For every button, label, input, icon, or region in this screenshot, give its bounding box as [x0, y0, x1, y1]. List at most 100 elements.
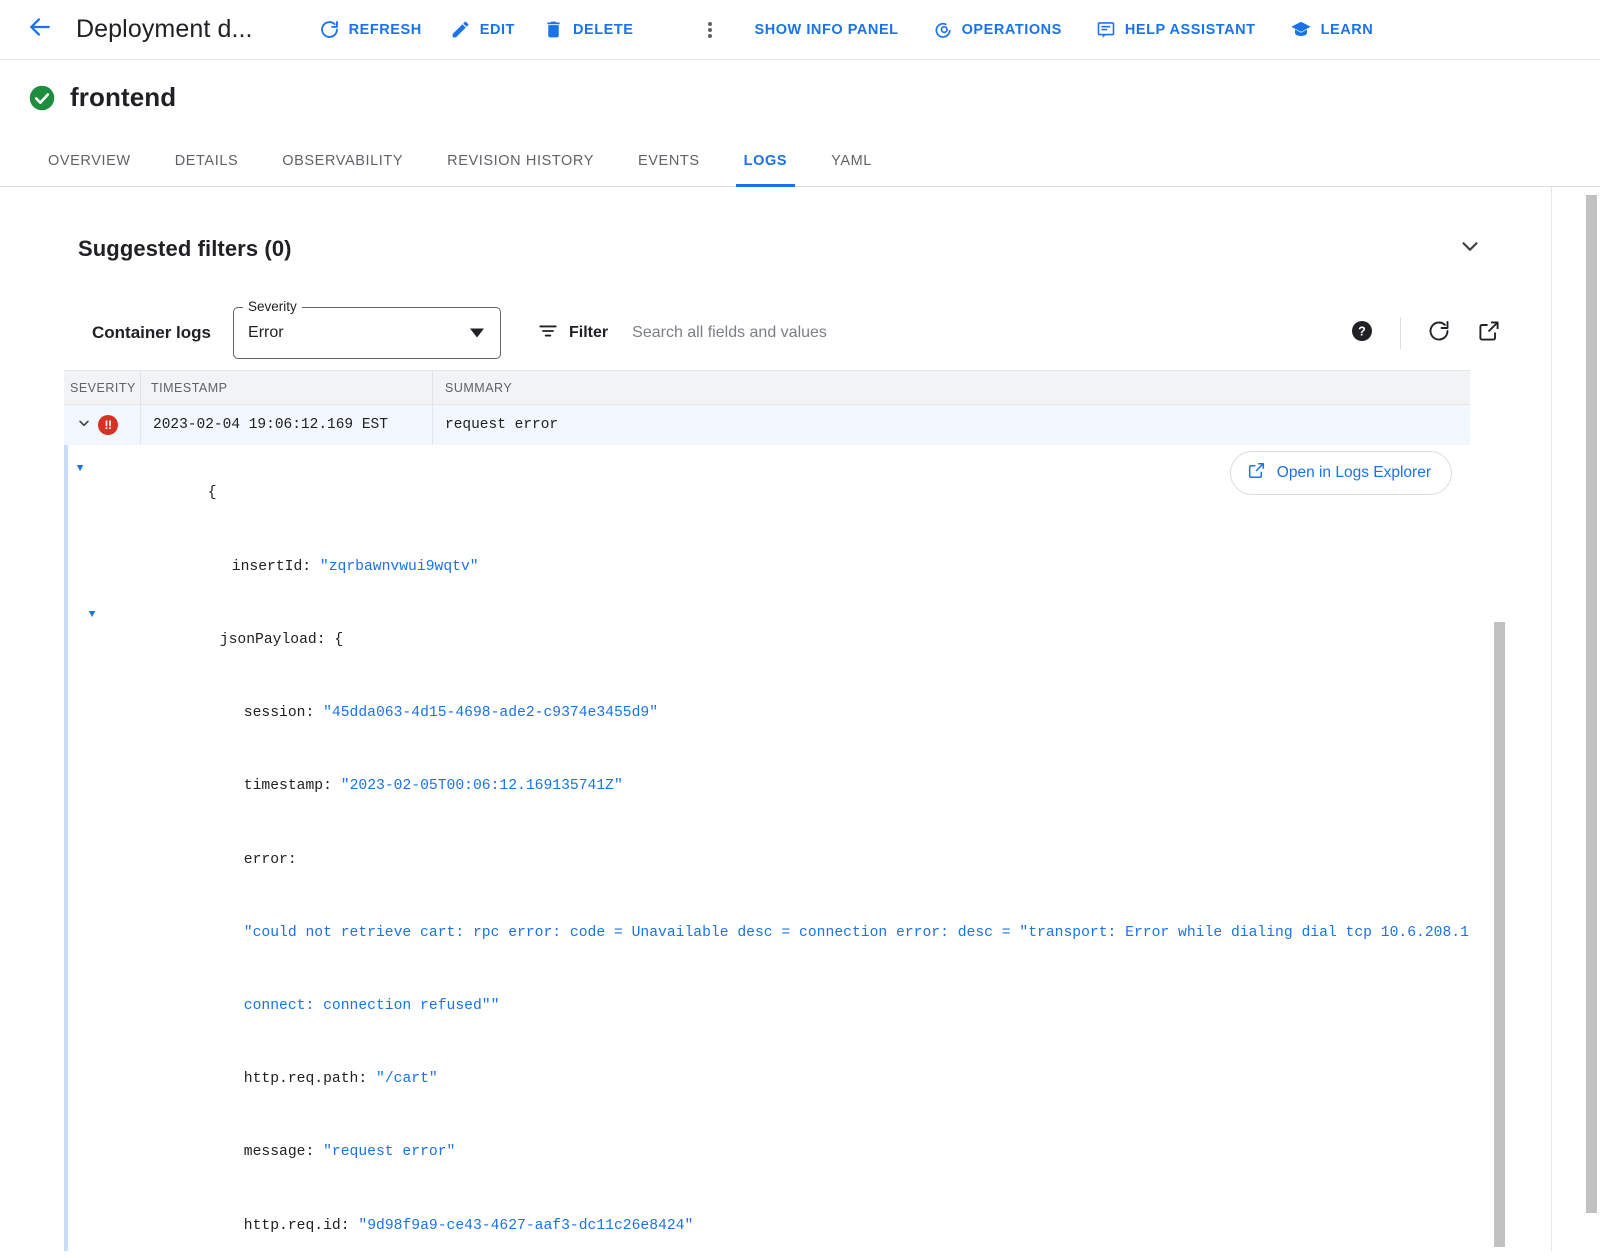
learn-button[interactable]: LEARN	[1273, 11, 1374, 49]
filter-icon	[537, 320, 559, 347]
table-header-row: SEVERITY TIMESTAMP SUMMARY	[64, 371, 1470, 405]
json-key: jsonPayload: {	[219, 631, 344, 648]
page-scrollbar-track[interactable]	[1584, 187, 1600, 1251]
delete-button[interactable]: DELETE	[529, 11, 648, 48]
tab-overview[interactable]: OVERVIEW	[26, 153, 153, 186]
toolbar-actions: REFRESH EDIT DELETE	[305, 11, 648, 48]
logs-scroll-area: Suggested filters (0) Container logs Sev…	[0, 187, 1552, 1251]
log-entry-detail: Open in Logs Explorer ▼{ insertId: "zqrb…	[64, 445, 1470, 1251]
json-key: http.req.id:	[243, 1217, 359, 1234]
tab-label: OBSERVABILITY	[282, 153, 404, 169]
tab-events[interactable]: EVENTS	[616, 153, 722, 186]
json-line-error-key: error:	[68, 823, 1470, 896]
json-line-insert-id: insertId: "zqrbawnvwui9wqtv"	[68, 530, 1470, 603]
more-options-button[interactable]	[691, 20, 729, 40]
json-text: {	[207, 485, 217, 502]
search-input[interactable]	[630, 323, 1171, 343]
suggested-filters-title: Suggested filters (0)	[78, 235, 292, 261]
table-row[interactable]: !! 2023-02-04 19:06:12.169 EST request e…	[64, 405, 1470, 445]
column-header-summary: SUMMARY	[432, 371, 1470, 404]
operations-button[interactable]: OPERATIONS	[916, 12, 1079, 48]
expand-triangle-icon[interactable]: ▼	[80, 603, 104, 627]
json-value: "9d98f9a9-ce43-4627-aaf3-dc11c26e8424"	[358, 1217, 694, 1234]
show-info-panel-button[interactable]: SHOW INFO PANEL	[737, 14, 915, 46]
chevron-down-icon[interactable]	[76, 415, 90, 436]
open-in-new-icon	[1477, 319, 1501, 348]
json-key: error:	[243, 851, 297, 868]
tab-label: DETAILS	[174, 153, 239, 169]
json-value: "request error"	[323, 1144, 456, 1161]
help-assistant-label: HELP ASSISTANT	[1124, 21, 1256, 38]
chevron-down-icon	[470, 328, 485, 338]
severity-select[interactable]: Severity Error	[233, 299, 502, 359]
row-severity-cell: !!	[64, 415, 140, 436]
logs-body: Suggested filters (0) Container logs Sev…	[0, 187, 1600, 1251]
help-icon: ?	[1350, 319, 1374, 348]
tab-details[interactable]: DETAILS	[153, 153, 261, 186]
page-title: Deployment d...	[76, 15, 253, 43]
tab-label: REVISION HISTORY	[447, 153, 595, 169]
refresh-icon	[319, 19, 340, 40]
edit-label: EDIT	[479, 21, 515, 38]
back-button[interactable]	[20, 10, 60, 50]
tab-observability[interactable]: OBSERVABILITY	[260, 153, 425, 186]
operations-icon	[933, 20, 953, 40]
json-key: message:	[243, 1144, 324, 1161]
tab-yaml[interactable]: YAML	[809, 153, 894, 186]
json-line-json-payload: ▼ jsonPayload: {	[68, 603, 1470, 676]
deployment-details-page: Deployment d... REFRESH EDIT DELETE SHOW…	[0, 0, 1600, 1258]
json-line-open-brace: ▼{	[68, 457, 1470, 530]
help-button[interactable]: ?	[1338, 309, 1386, 357]
json-line-http-req-path: http.req.path: "/cart"	[68, 1043, 1470, 1116]
container-logs-label: Container logs	[92, 323, 212, 342]
suggested-filters-collapse-button[interactable]	[1451, 227, 1489, 270]
page-scrollbar-thumb[interactable]	[1586, 195, 1597, 1213]
row-summary: request error	[432, 405, 1470, 445]
json-value: "zqrbawnvwui9wqtv"	[319, 558, 479, 575]
operations-label: OPERATIONS	[961, 21, 1062, 38]
json-key: insertId:	[231, 558, 320, 575]
chat-icon	[1096, 20, 1116, 40]
filter-label: Filter	[569, 324, 609, 341]
error-icon: !!	[98, 415, 118, 435]
column-header-severity: SEVERITY	[70, 380, 136, 395]
toolbar-divider	[1400, 317, 1401, 349]
logs-filter-bar: Container logs Severity Error Filter Sea…	[0, 270, 1551, 359]
json-line-message: message: "request error"	[68, 1116, 1470, 1189]
check-circle-icon	[28, 84, 56, 112]
refresh-label: REFRESH	[348, 21, 422, 38]
json-key: http.req.path:	[243, 1071, 376, 1088]
logs-list-scrollbar[interactable]	[1494, 622, 1505, 1247]
edit-button[interactable]: EDIT	[436, 11, 529, 48]
tab-label: EVENTS	[638, 153, 700, 169]
help-assistant-button[interactable]: HELP ASSISTANT	[1079, 12, 1273, 48]
json-line-error-value-2: connect: connection refused""	[68, 970, 1470, 1043]
severity-selected-value: Error	[248, 324, 284, 341]
pencil-icon	[450, 19, 471, 40]
open-in-new-button[interactable]	[1465, 309, 1513, 357]
json-value: "could not retrieve cart: rpc error: cod…	[243, 924, 1470, 941]
tab-logs[interactable]: LOGS	[722, 153, 810, 187]
json-value: "45dda063-4d15-4698-ade2-c9374e3455d9"	[323, 705, 659, 722]
json-value: "2023-02-05T00:06:12.169135741Z"	[340, 778, 623, 795]
filter-button[interactable]: Filter	[537, 320, 608, 347]
json-value: connect: connection refused""	[243, 997, 500, 1014]
logs-table: SEVERITY TIMESTAMP SUMMARY !! 2023-02-04…	[64, 370, 1470, 1251]
reload-logs-button[interactable]	[1415, 309, 1463, 357]
toolbar-right-actions: SHOW INFO PANEL OPERATIONS HELP ASSISTAN…	[737, 11, 1373, 49]
kebab-menu-icon	[708, 20, 713, 40]
learn-label: LEARN	[1320, 21, 1374, 38]
json-line-error-value-1: "could not retrieve cart: rpc error: cod…	[68, 896, 1470, 969]
tab-label: LOGS	[743, 153, 788, 169]
suggested-filters-section: Suggested filters (0)	[0, 187, 1551, 270]
column-header-timestamp: TIMESTAMP	[140, 371, 432, 404]
arrow-back-icon	[27, 14, 53, 45]
trash-icon	[543, 19, 564, 40]
tab-label: YAML	[831, 153, 872, 169]
tab-revision-history[interactable]: REVISION HISTORY	[425, 153, 616, 186]
refresh-button[interactable]: REFRESH	[305, 11, 436, 48]
chevron-down-icon	[1457, 242, 1483, 263]
json-line-payload-timestamp: timestamp: "2023-02-05T00:06:12.16913574…	[68, 750, 1470, 823]
expand-triangle-icon[interactable]: ▼	[68, 457, 92, 481]
row-timestamp: 2023-02-04 19:06:12.169 EST	[140, 405, 432, 445]
